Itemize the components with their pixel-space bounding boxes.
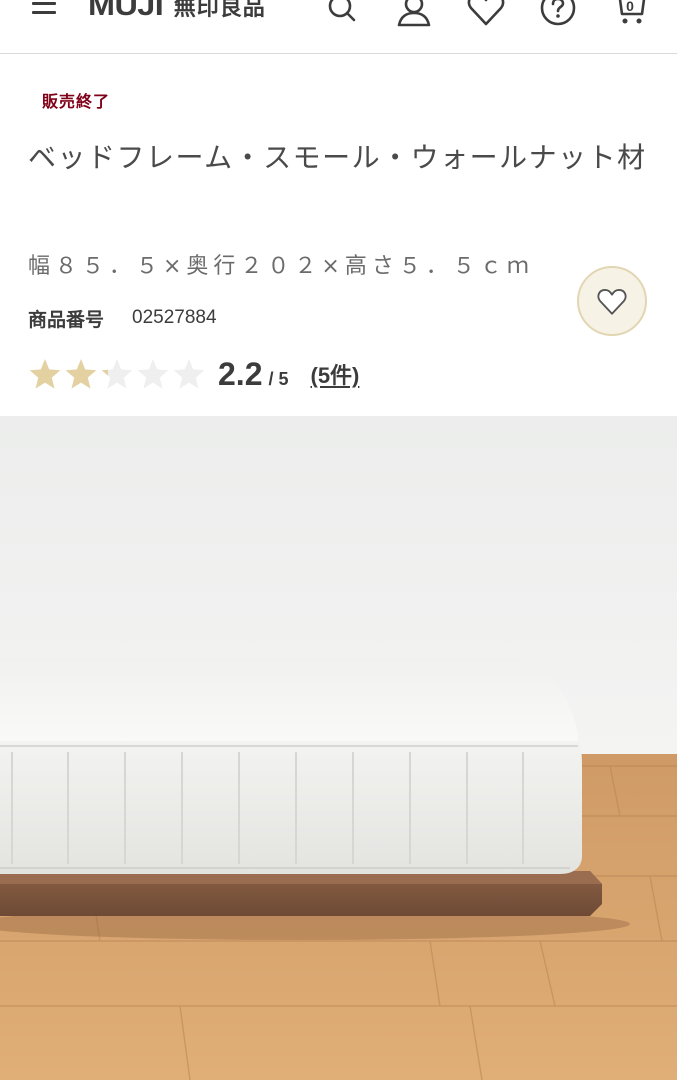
product-info: 販売終了 ベッドフレーム・スモール・ウォールナット材 幅８５．５×奥行２０２×高… <box>0 55 677 416</box>
rating-stars <box>28 357 206 391</box>
site-header: MUJI 無印良品 0 <box>0 0 677 54</box>
product-title: ベッドフレーム・スモール・ウォールナット材 <box>28 141 647 174</box>
menu-icon[interactable] <box>30 0 60 22</box>
heart-icon[interactable] <box>466 0 506 28</box>
reviews-link[interactable]: (5件) <box>311 358 360 390</box>
product-code-value: 02527884 <box>132 307 217 328</box>
product-image[interactable] <box>0 416 677 1080</box>
rating-max: / 5 <box>268 368 289 389</box>
logo[interactable]: MUJI 無印良品 <box>88 0 266 24</box>
star-icon <box>28 357 62 391</box>
cart-icon[interactable]: 0 <box>610 0 650 28</box>
rating: 2.2 / 5 (5件) <box>28 353 359 395</box>
favorite-button[interactable] <box>577 266 647 336</box>
logo-japanese: 無印良品 <box>173 0 266 21</box>
product-code: 商品番号 02527884 <box>28 303 217 333</box>
cart-count-badge: 0 <box>626 0 634 14</box>
status-badge: 販売終了 <box>42 92 111 111</box>
heart-icon <box>597 289 627 315</box>
rating-score: 2.2 <box>218 355 263 392</box>
star-icon <box>136 357 170 391</box>
user-icon[interactable] <box>394 0 434 28</box>
search-icon[interactable] <box>322 0 362 28</box>
star-icon <box>100 357 134 391</box>
help-icon[interactable] <box>538 0 578 28</box>
star-icon <box>172 357 206 391</box>
logo-text: MUJI <box>88 0 164 22</box>
product-code-label: 商品番号 <box>28 308 105 331</box>
product-size: 幅８５．５×奥行２０２×高さ５．５ｃｍ <box>28 254 534 279</box>
star-icon <box>64 357 98 391</box>
